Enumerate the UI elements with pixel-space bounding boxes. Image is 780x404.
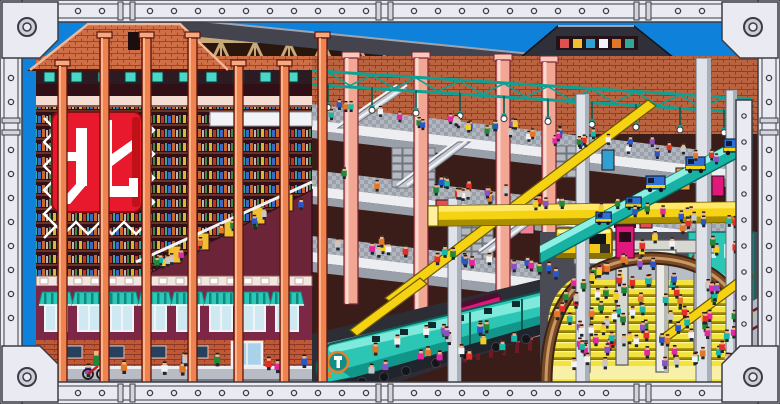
attic-window (128, 32, 140, 50)
awning-window (39, 292, 73, 332)
scene: 北 (22, 16, 758, 390)
inner-frame-strip (736, 100, 752, 384)
magenta-kiosk (614, 222, 636, 258)
left-station-building: 北 (30, 24, 312, 366)
awning-building (36, 276, 312, 340)
awning-window (105, 292, 139, 332)
station-scene-svg: 北 (0, 0, 780, 404)
awning-window (204, 292, 238, 332)
pixel-art-station-illustration: 北 (0, 0, 780, 404)
